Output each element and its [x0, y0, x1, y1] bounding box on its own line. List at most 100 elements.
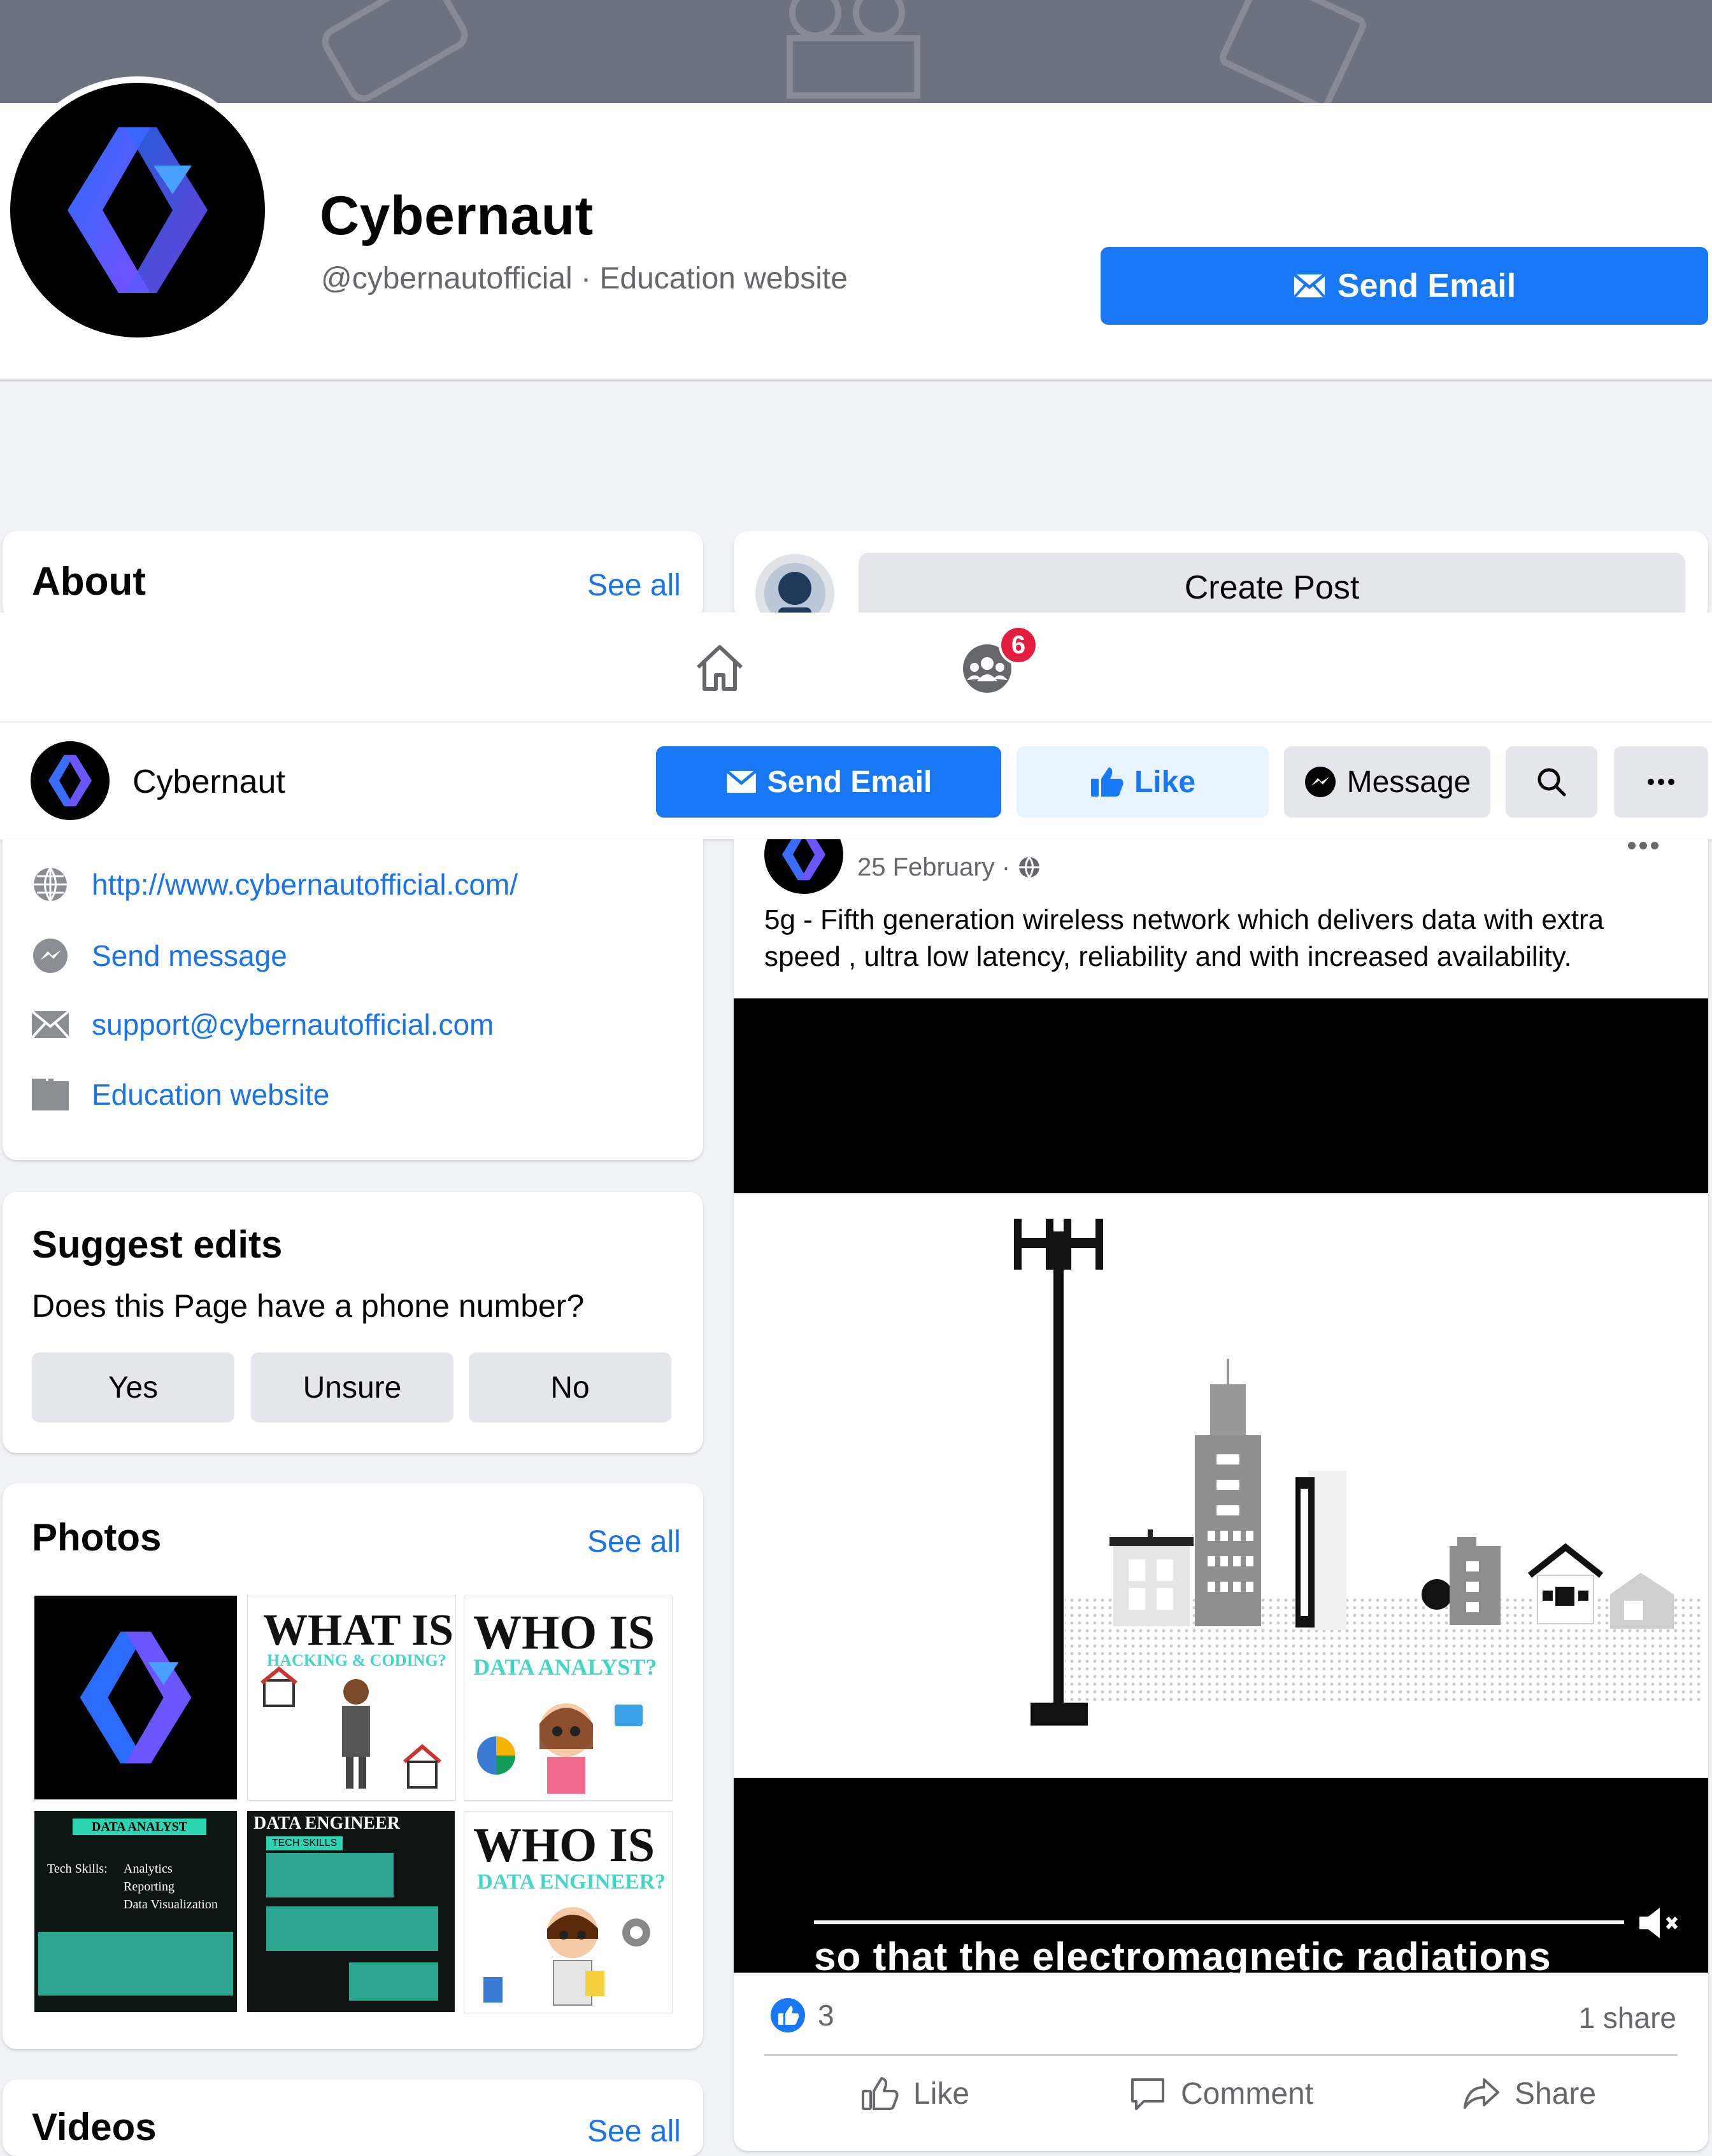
thumb-sub: TECH SKILLS [266, 1836, 343, 1850]
mail-icon [1293, 273, 1326, 299]
reaction-count: 3 [818, 1999, 834, 2032]
video-caption: so that the electromagnetic radiations [814, 1935, 1552, 1973]
like-page-button[interactable]: Like [1016, 746, 1269, 818]
thumb-text-block [266, 1853, 394, 1897]
photo-thumb-2[interactable]: WHAT IS HACKING & CODING? [247, 1596, 456, 1801]
about-website-text: http://www.cybernautofficial.com/ [92, 868, 518, 901]
share-count[interactable]: 1 share [1579, 2001, 1676, 2035]
mute-icon[interactable] [1637, 1905, 1681, 1941]
cover-deco-icon [787, 0, 920, 99]
like-page-label: Like [1134, 765, 1196, 799]
post-divider [764, 2054, 1678, 2056]
photo-thumb-1[interactable] [34, 1596, 237, 1799]
photo-thumb-6[interactable]: WHO IS DATA ENGINEER? [464, 1811, 673, 2013]
thumb-headline: WHO IS [473, 1606, 655, 1659]
search-icon [1537, 768, 1566, 797]
post-share-label: Share [1515, 2076, 1597, 2111]
about-message-text: Send message [92, 939, 287, 972]
sticky-send-email-label: Send Email [767, 765, 932, 799]
post-date-text: 25 February · [857, 853, 1018, 881]
category-icon [32, 1079, 69, 1110]
thumb-text-block [266, 1906, 438, 1951]
about-title: About [32, 560, 146, 604]
thumb-headline: WHAT IS [263, 1606, 453, 1655]
cybernaut-logo-icon [80, 1631, 192, 1764]
thumb-headline: DATA ANALYST [73, 1819, 206, 1835]
thumb-item: Reporting [124, 1880, 175, 1894]
message-label: Message [1346, 765, 1471, 799]
suggest-edits-question: Does this Page have a phone number? [32, 1288, 585, 1324]
hacker-illustration-icon [260, 1666, 441, 1789]
about-category-row[interactable]: Education website [31, 1075, 329, 1114]
about-email-text: support@cybernautofficial.com [92, 1008, 494, 1041]
home-icon[interactable] [692, 639, 748, 695]
more-dots-icon [1648, 779, 1674, 785]
about-email-row[interactable]: support@cybernautofficial.com [31, 1005, 494, 1044]
search-button[interactable] [1506, 746, 1597, 818]
photo-thumb-3[interactable]: WHO IS DATA ANALYST? [464, 1596, 673, 1801]
analyst-illustration-icon [477, 1703, 643, 1794]
answer-yes-button[interactable]: Yes [32, 1352, 234, 1422]
sticky-page-name: Cybernaut [132, 763, 285, 800]
post-like-label: Like [913, 2076, 970, 2111]
send-email-button[interactable]: Send Email [1101, 247, 1708, 325]
about-website-row[interactable]: http://www.cybernautofficial.com/ [31, 865, 518, 904]
send-email-label: Send Email [1337, 267, 1516, 304]
post-share-button[interactable]: Share [1462, 2076, 1596, 2111]
post-video[interactable]: so that the electromagnetic radiations [734, 998, 1708, 1973]
message-button[interactable]: Message [1284, 746, 1490, 818]
photo-thumb-5[interactable]: DATA ENGINEER TECH SKILLS [247, 1811, 455, 2012]
more-options-button[interactable] [1614, 746, 1708, 818]
photos-title: Photos [32, 1516, 162, 1559]
globe-icon [34, 867, 67, 902]
suggest-edits-title: Suggest edits [32, 1223, 283, 1266]
messenger-icon [1304, 767, 1336, 797]
sticky-send-email-button[interactable]: Send Email [656, 746, 1001, 818]
post-comment-label: Comment [1181, 2076, 1314, 2111]
thumb-sub: DATA ENGINEER? [477, 1870, 666, 1894]
thumb-item: Tech Skills: [47, 1862, 108, 1876]
photo-thumb-4[interactable]: DATA ANALYST Tech Skills: Analytics Repo… [34, 1811, 237, 2012]
post-body-text: 5g - Fifth generation wireless network w… [764, 904, 1604, 972]
globe-icon [1019, 856, 1040, 878]
divider [0, 379, 1712, 381]
cover-photo[interactable] [0, 0, 1712, 103]
messenger-icon [33, 939, 68, 973]
cover-deco-icon [1220, 0, 1366, 103]
cover-deco-icon [322, 0, 468, 102]
thumb-sub: DATA ANALYST? [473, 1654, 657, 1680]
photos-see-all-link[interactable]: See all [587, 1524, 681, 1559]
post-comment-button[interactable]: Comment [1129, 2076, 1313, 2111]
thumbs-up-icon [1090, 767, 1124, 797]
engineer-illustration-icon [483, 1907, 650, 2006]
notification-badge: 6 [999, 625, 1038, 665]
about-see-all-link[interactable]: See all [587, 568, 681, 603]
thumb-item: Analytics [124, 1862, 173, 1876]
sticky-avatar[interactable] [31, 741, 110, 820]
thumb-headline: DATA ENGINEER [253, 1813, 401, 1833]
thumb-text-block [38, 1932, 233, 1996]
about-message-row[interactable]: Send message [31, 936, 287, 975]
page-subtitle: @cybernautofficial · Education website [321, 262, 848, 295]
tab-bar [0, 613, 1712, 721]
post-more-icon[interactable] [1625, 839, 1661, 852]
post-like-button[interactable]: Like [861, 2076, 969, 2111]
video-scene-5g-city [1014, 1219, 1702, 1726]
page-title: Cybernaut [320, 185, 594, 246]
cybernaut-logo-icon [48, 755, 92, 807]
thumb-text-block [349, 1962, 438, 2001]
share-icon [1464, 2078, 1499, 2109]
video-frame [734, 1193, 1708, 1778]
thumb-headline: WHO IS [473, 1819, 655, 1872]
thumb-item: Data Visualization [124, 1897, 218, 1911]
videos-title: Videos [32, 2106, 157, 2148]
reaction-summary[interactable]: 3 [769, 1997, 834, 2034]
about-category-text: Education website [92, 1078, 330, 1111]
post-timestamp[interactable]: 25 February · [857, 853, 1041, 882]
comment-icon [1131, 2078, 1164, 2110]
page-avatar[interactable] [4, 76, 271, 344]
video-progress-bar[interactable] [814, 1920, 1624, 1924]
answer-no-button[interactable]: No [469, 1352, 671, 1422]
mail-icon [31, 1010, 70, 1039]
answer-unsure-button[interactable]: Unsure [251, 1352, 453, 1422]
